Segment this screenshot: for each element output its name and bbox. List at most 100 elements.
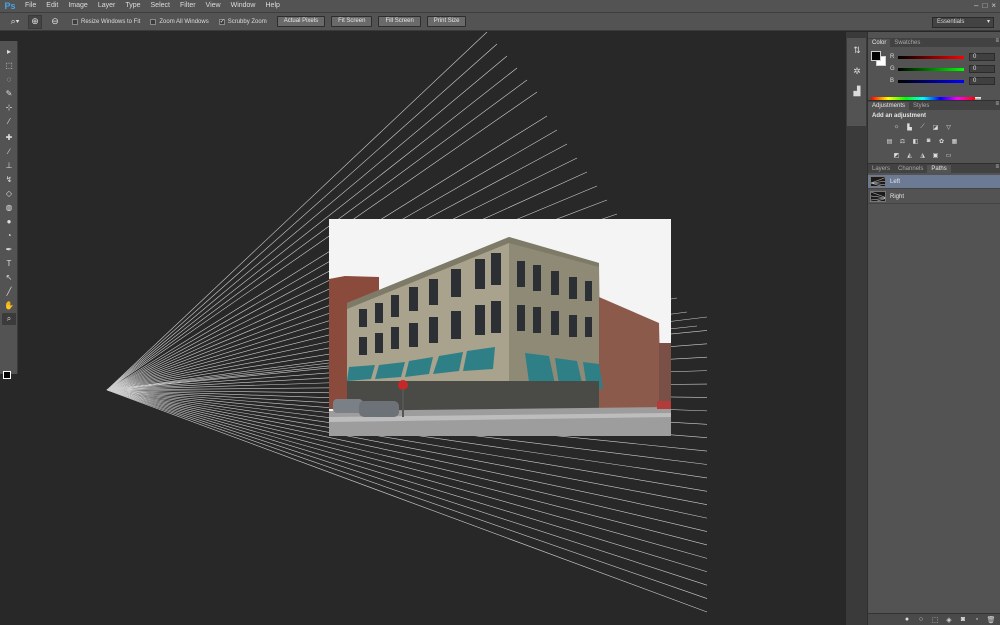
clone-stamp-tool-icon[interactable]: ⊥ xyxy=(2,159,16,171)
trash-icon[interactable]: 🗑 xyxy=(987,616,996,624)
crop-tool-icon[interactable]: ⊹ xyxy=(2,101,16,113)
path-selection-tool-icon[interactable]: ↖ xyxy=(2,271,16,283)
panel-menu-icon[interactable]: ≡ xyxy=(995,164,999,170)
menu-layer[interactable]: Layer xyxy=(93,0,121,12)
tab-styles[interactable]: Styles xyxy=(909,102,933,110)
zoom-all-windows-checkbox[interactable]: Zoom All Windows xyxy=(150,18,209,25)
menu-image[interactable]: Image xyxy=(63,0,92,12)
gradient-map-icon[interactable]: ▭ xyxy=(944,151,953,159)
history-brush-tool-icon[interactable]: ↯ xyxy=(2,173,16,185)
fill-screen-button[interactable]: Fill Screen xyxy=(378,16,421,27)
document-canvas[interactable] xyxy=(19,32,846,625)
fill-path-icon[interactable]: ● xyxy=(903,616,911,624)
checkbox-box[interactable] xyxy=(72,18,78,25)
curves-icon[interactable]: ⟋ xyxy=(918,123,927,131)
menu-filter[interactable]: Filter xyxy=(175,0,201,12)
zoom-out-icon[interactable]: ⊖ xyxy=(48,15,62,29)
make-work-path-icon[interactable]: ◈ xyxy=(945,616,953,624)
dodge-tool-icon[interactable]: ◔ xyxy=(2,229,16,241)
new-path-icon[interactable]: ▫ xyxy=(973,616,981,624)
menu-file[interactable]: File xyxy=(20,0,41,12)
pen-tool-icon[interactable]: ✒ xyxy=(2,243,16,255)
add-mask-icon[interactable]: ◙ xyxy=(959,616,967,624)
maximize-icon[interactable]: □ xyxy=(982,1,987,10)
menu-bar: Ps File Edit Image Layer Type Select Fil… xyxy=(0,0,1000,12)
load-selection-icon[interactable]: ⬚ xyxy=(931,616,939,624)
close-icon[interactable]: × xyxy=(991,1,996,10)
photo-filter-icon[interactable]: ◙ xyxy=(924,137,933,145)
resize-windows-checkbox[interactable]: Resize Windows to Fit xyxy=(72,18,140,25)
path-row-left[interactable]: Left xyxy=(868,175,1000,189)
blur-tool-icon[interactable]: ● xyxy=(2,215,16,227)
adjustments-title: Add an adjustment xyxy=(872,113,927,119)
black-white-icon[interactable]: ◧ xyxy=(911,137,920,145)
tab-swatches[interactable]: Swatches xyxy=(890,39,924,47)
actual-pixels-button[interactable]: Actual Pixels xyxy=(276,16,326,27)
tab-color[interactable]: Color xyxy=(868,39,891,47)
menu-help[interactable]: Help xyxy=(261,0,285,12)
healing-brush-tool-icon[interactable]: ✚ xyxy=(2,131,16,143)
blue-slider[interactable] xyxy=(898,79,964,83)
levels-icon[interactable]: ▙ xyxy=(905,123,914,131)
red-slider[interactable] xyxy=(898,55,964,59)
paint-bucket-tool-icon[interactable]: ◍ xyxy=(2,201,16,213)
stroke-path-icon[interactable]: ○ xyxy=(917,616,925,624)
quick-select-tool-icon[interactable]: ✎ xyxy=(2,87,16,99)
history-icon[interactable]: ⇅ xyxy=(851,44,863,56)
eraser-tool-icon[interactable]: ◇ xyxy=(2,187,16,199)
tab-adjustments[interactable]: Adjustments xyxy=(868,102,910,110)
marquee-tool-icon[interactable]: ⬚ xyxy=(2,59,16,71)
adjust-icon[interactable]: ✲ xyxy=(851,65,863,77)
checkbox-box-checked[interactable]: ✓ xyxy=(218,18,225,25)
menu-type[interactable]: Type xyxy=(120,0,145,12)
selective-color-icon[interactable]: ▣ xyxy=(931,151,940,159)
vibrance-icon[interactable]: ▽ xyxy=(944,123,953,131)
posterize-icon[interactable]: ◭ xyxy=(905,151,914,159)
red-slider-row: R 0 xyxy=(890,52,998,62)
panel-menu-icon[interactable]: ≡ xyxy=(995,101,999,107)
menu-select[interactable]: Select xyxy=(146,0,175,12)
red-value-input[interactable]: 0 xyxy=(969,53,995,61)
checkbox-box[interactable] xyxy=(150,18,157,25)
tab-paths[interactable]: Paths xyxy=(927,165,951,173)
threshold-icon[interactable]: ◮ xyxy=(918,151,927,159)
invert-icon[interactable]: ◩ xyxy=(892,151,901,159)
color-lookup-icon[interactable]: ▦ xyxy=(950,137,959,145)
line-tool-icon[interactable]: ╱ xyxy=(2,285,16,297)
zoom-in-icon[interactable]: ⊕ xyxy=(28,14,42,29)
exposure-icon[interactable]: ◪ xyxy=(931,123,940,131)
path-name: Left xyxy=(890,178,901,185)
lasso-tool-icon[interactable]: ◌ xyxy=(2,73,16,85)
tab-layers[interactable]: Layers xyxy=(868,165,894,173)
green-value-input[interactable]: 0 xyxy=(969,65,995,73)
zoom-tool-icon[interactable]: ⌕ xyxy=(2,313,16,325)
brush-tool-icon[interactable]: ∕ xyxy=(2,145,16,157)
histogram-icon[interactable]: ▟ xyxy=(851,85,863,97)
color-balance-icon[interactable]: ⚖ xyxy=(898,137,907,145)
brightness-contrast-icon[interactable]: ☼ xyxy=(892,123,901,131)
hand-tool-icon[interactable]: ✋ xyxy=(2,299,16,311)
zoom-tool-preset-icon[interactable]: ⌕▾ xyxy=(8,15,22,29)
foreground-color-swatch[interactable] xyxy=(871,51,881,61)
eyedropper-tool-icon[interactable]: ⁄ xyxy=(2,115,16,127)
fit-screen-button[interactable]: Fit Screen xyxy=(331,16,373,27)
color-panel-tabs: Color Swatches ≡ xyxy=(868,38,1000,47)
menu-view[interactable]: View xyxy=(201,0,226,12)
type-tool-icon[interactable]: T xyxy=(2,257,16,269)
menu-window[interactable]: Window xyxy=(226,0,261,12)
green-slider[interactable] xyxy=(898,67,964,71)
panel-menu-icon[interactable]: ≡ xyxy=(995,38,999,44)
minimize-icon[interactable]: – xyxy=(974,1,978,10)
scrubby-zoom-checkbox[interactable]: ✓ Scrubby Zoom xyxy=(218,18,267,25)
menu-edit[interactable]: Edit xyxy=(41,0,63,12)
blue-value-input[interactable]: 0 xyxy=(969,77,995,85)
workspace-select[interactable]: Essentials ▾ xyxy=(932,17,994,28)
layers-panel-tabs: Layers Channels Paths ≡ xyxy=(868,164,1000,173)
path-row-right[interactable]: Right xyxy=(868,190,1000,204)
tab-channels[interactable]: Channels xyxy=(894,165,927,173)
print-size-button[interactable]: Print Size xyxy=(426,16,467,27)
foreground-color-swatch[interactable] xyxy=(3,371,11,379)
hue-saturation-icon[interactable]: ▤ xyxy=(885,137,894,145)
channel-mixer-icon[interactable]: ✿ xyxy=(937,137,946,145)
move-tool-icon[interactable]: ▸ xyxy=(2,45,16,57)
